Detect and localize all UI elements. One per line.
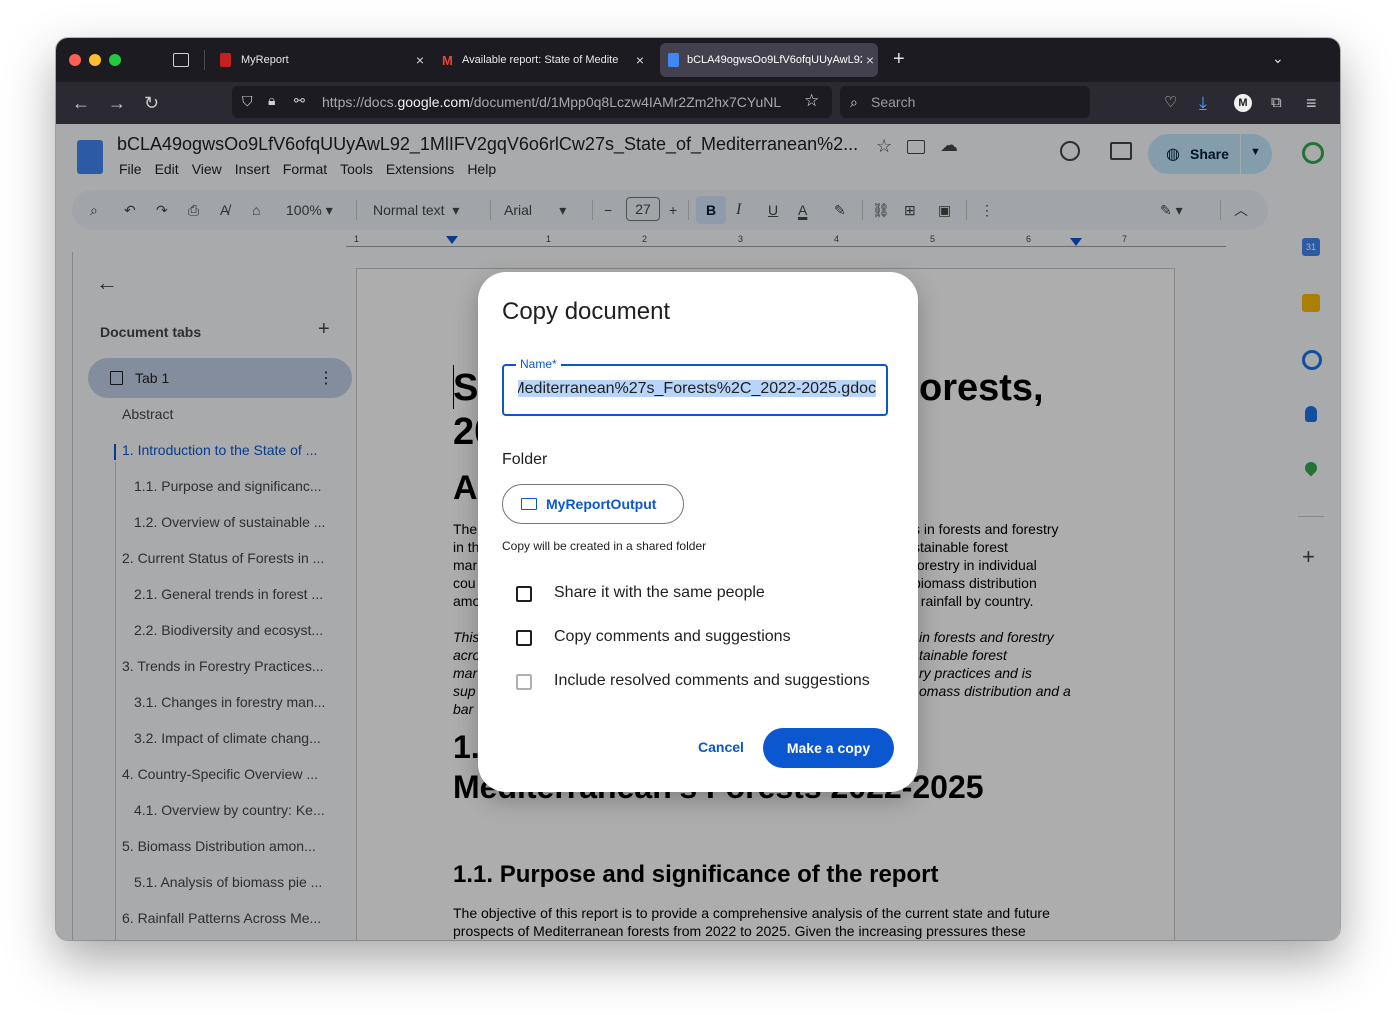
- close-tab-icon[interactable]: ×: [412, 52, 428, 68]
- copy-comments-label[interactable]: Copy comments and suggestions: [554, 628, 791, 646]
- lock-icon[interactable]: 🔒︎: [268, 92, 275, 109]
- url-bar[interactable]: ⛉ 🔒︎ ⚯ https://docs.google.com/document/…: [232, 86, 832, 118]
- tab-label: MyReport: [241, 54, 289, 66]
- reload-icon[interactable]: ↻: [144, 93, 159, 113]
- dialog-title: Copy document: [502, 298, 671, 325]
- forward-arrow-icon[interactable]: →: [108, 93, 126, 113]
- tab-google-doc[interactable]: bCLA49ogwsOo9LfV6ofqUUyAwL92 ×: [660, 43, 878, 77]
- gmail-icon: M: [442, 52, 453, 68]
- tab-list-chevron-icon[interactable]: ⌄: [1272, 50, 1284, 67]
- share-same-people-label[interactable]: Share it with the same people: [554, 584, 765, 602]
- share-same-people-checkbox[interactable]: [516, 586, 532, 602]
- search-bar[interactable]: ⌕ Search: [840, 86, 1090, 118]
- name-input-value: State_of_Mediterranean%27s_Forests%2C_20…: [518, 380, 876, 397]
- close-window-button[interactable]: [69, 54, 81, 66]
- nav-bar: ← → ↻ ⛉ 🔒︎ ⚯ https://docs.google.com/doc…: [56, 82, 1340, 124]
- folder-button[interactable]: MyReportOutput: [502, 484, 684, 524]
- tab-gmail[interactable]: M Available report: State of Medite ×: [436, 43, 648, 77]
- profile-avatar[interactable]: M: [1234, 94, 1252, 112]
- folder-heading: Folder: [502, 451, 548, 468]
- docs-icon: [668, 53, 679, 67]
- tab-separator: [204, 50, 205, 70]
- folder-name: MyReportOutput: [546, 496, 657, 512]
- name-field[interactable]: Name* State_of_Mediterranean%27s_Forests…: [502, 357, 888, 416]
- bookmark-star-icon[interactable]: ☆: [804, 91, 819, 111]
- name-input[interactable]: State_of_Mediterranean%27s_Forests%2C_20…: [518, 380, 876, 402]
- menu-icon[interactable]: ≡: [1306, 93, 1317, 113]
- tab-myreport[interactable]: MyReport ×: [212, 43, 428, 77]
- downloads-icon[interactable]: ⤓: [1199, 93, 1207, 113]
- back-arrow-icon[interactable]: ←: [72, 93, 90, 113]
- tab-strip: MyReport × M Available report: State of …: [56, 38, 1340, 82]
- search-icon: ⌕: [850, 94, 858, 110]
- make-a-copy-label: Make a copy: [786, 740, 871, 756]
- extensions-icon[interactable]: ⧉: [1271, 93, 1282, 113]
- cancel-button[interactable]: Cancel: [698, 739, 744, 755]
- folder-note: Copy will be created in a shared folder: [502, 539, 707, 553]
- tab-overview-icon[interactable]: [173, 53, 189, 67]
- tab-label: Available report: State of Medite: [462, 54, 619, 66]
- new-tab-button[interactable]: +: [893, 48, 905, 71]
- make-a-copy-button[interactable]: Make a copy: [763, 728, 894, 768]
- pocket-icon[interactable]: ♡: [1164, 93, 1177, 113]
- folder-icon: [521, 498, 537, 510]
- copy-document-dialog: Copy document Name* State_of_Mediterrane…: [478, 272, 918, 792]
- include-resolved-checkbox[interactable]: [516, 674, 532, 690]
- maximize-window-button[interactable]: [109, 54, 121, 66]
- tab-label: bCLA49ogwsOo9LfV6ofqUUyAwL92: [687, 54, 862, 66]
- close-tab-icon[interactable]: ×: [862, 52, 878, 68]
- close-tab-icon[interactable]: ×: [632, 52, 648, 68]
- name-field-label: Name*: [516, 357, 561, 371]
- search-placeholder: Search: [871, 94, 916, 110]
- minimize-window-button[interactable]: [89, 54, 101, 66]
- shield-icon[interactable]: ⛉: [242, 93, 253, 110]
- permissions-icon[interactable]: ⚯: [294, 93, 305, 109]
- url-text[interactable]: https://docs.google.com/document/d/1Mpp0…: [322, 94, 792, 110]
- pdf-icon: [220, 53, 231, 67]
- include-resolved-label[interactable]: Include resolved comments and suggestion…: [554, 672, 870, 690]
- copy-comments-checkbox[interactable]: [516, 630, 532, 646]
